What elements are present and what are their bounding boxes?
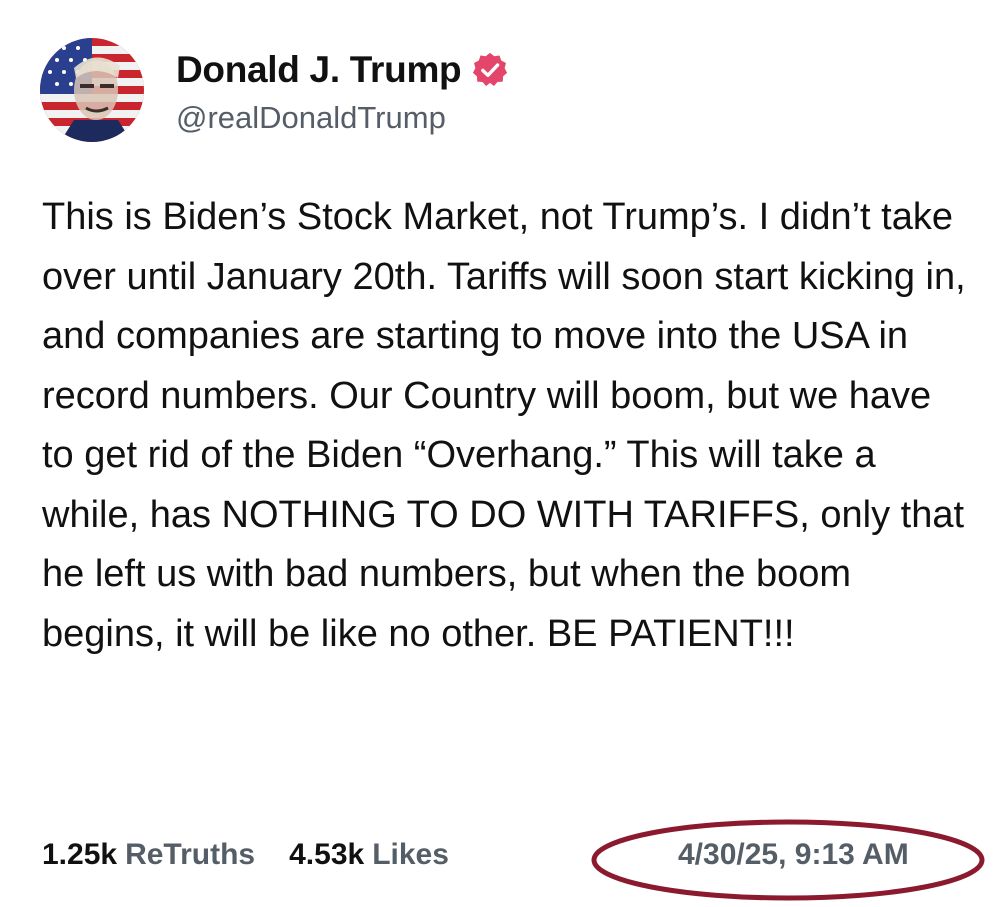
truth-post: Donald J. Trump @realDonaldTrump This is… xyxy=(0,0,1000,907)
post-stats: 1.25k ReTruths 4.53k Likes xyxy=(42,838,449,872)
likes-stat[interactable]: 4.53k Likes xyxy=(289,838,449,872)
verified-badge-icon xyxy=(473,52,508,86)
author-handle[interactable]: @realDonaldTrump xyxy=(176,100,446,136)
avatar[interactable] xyxy=(40,38,144,142)
author-name-row: Donald J. Trump xyxy=(176,44,509,96)
post-text: This is Biden’s Stock Market, not Trump’… xyxy=(42,196,966,655)
flag-portrait-avatar-icon xyxy=(40,38,144,142)
retruths-count: 1.25k xyxy=(42,838,118,871)
retruths-stat[interactable]: 1.25k ReTruths xyxy=(42,838,255,872)
author-display-name[interactable]: Donald J. Trump xyxy=(176,49,462,91)
likes-count: 4.53k xyxy=(289,838,365,871)
highlight-ellipse-annotation xyxy=(591,819,985,901)
retruths-label: ReTruths xyxy=(125,838,256,871)
likes-label: Likes xyxy=(372,838,449,871)
